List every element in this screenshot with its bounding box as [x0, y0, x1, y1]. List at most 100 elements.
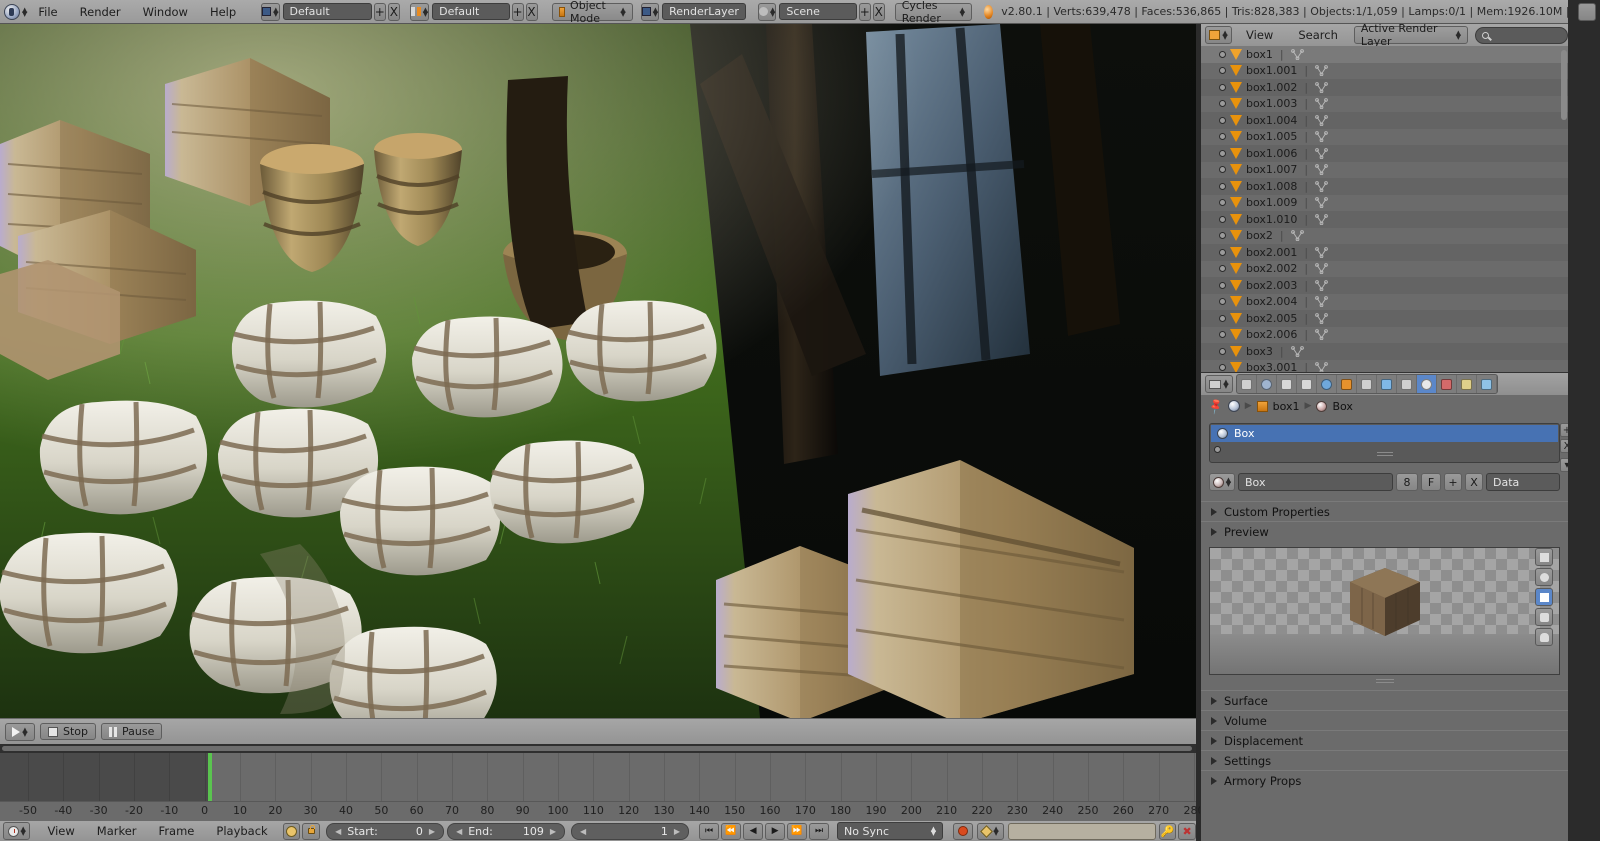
auto-keyframe-button[interactable] [282, 822, 301, 840]
properties-tab-scene[interactable] [1277, 375, 1297, 393]
mesh-data-icon[interactable] [1315, 362, 1328, 372]
preview-cube-button[interactable] [1535, 588, 1553, 606]
editor-type-button[interactable]: ▲ ▼ [3, 822, 31, 840]
fake-user-button[interactable]: F [1421, 473, 1441, 491]
expand-toggle-icon[interactable] [1219, 116, 1226, 124]
properties-tab-modifiers[interactable] [1377, 375, 1397, 393]
scene-icon[interactable]: ▲ ▼ [757, 2, 777, 21]
outliner-item-box1-006[interactable]: box1.006 | [1201, 145, 1568, 162]
play-reverse-button[interactable]: ◀ [743, 822, 764, 840]
play-button[interactable]: ▶ [765, 822, 786, 840]
properties-editor[interactable]: ▲ ▼ 📌 ▶ box1 ▶ Box Box + X ▾ ▲ ▼ Box 8 F +… [1200, 372, 1574, 841]
mesh-data-icon[interactable] [1315, 65, 1328, 77]
expand-toggle-icon[interactable] [1219, 199, 1226, 207]
scene-field[interactable]: Scene [779, 3, 857, 20]
mesh-data-icon[interactable] [1315, 329, 1328, 341]
slot-list-resize-grip[interactable] [1376, 450, 1393, 456]
screen-layout-icon[interactable]: ▲ ▼ [261, 2, 280, 21]
panel-settings[interactable]: Settings [1201, 750, 1568, 770]
outliner-item-box2-006[interactable]: box2.006 | [1201, 326, 1568, 343]
slot-expand-dot[interactable] [1214, 446, 1221, 453]
outliner-editor-type-button[interactable]: ▲ ▼ [1205, 26, 1233, 44]
current-frame-field[interactable]: ◀ 1 ▶ [571, 822, 690, 840]
outliner-item-box1-002[interactable]: box1.002 | [1201, 79, 1568, 96]
timeline-track-area[interactable] [0, 753, 1196, 801]
pause-render-button[interactable]: Pause [101, 723, 163, 740]
mesh-data-icon[interactable] [1315, 296, 1328, 308]
start-frame-field[interactable]: ◀ Start: 0 ▶ [326, 822, 445, 840]
add-screen-button[interactable]: + [373, 2, 386, 21]
properties-editor-type-button[interactable]: ▲ ▼ [1205, 375, 1233, 393]
outliner-item-box1-005[interactable]: box1.005 | [1201, 128, 1568, 145]
material-slot-selected[interactable]: Box [1211, 425, 1558, 442]
expand-toggle-icon[interactable] [1219, 248, 1226, 256]
render-layer-icon[interactable]: ▲ ▼ [640, 2, 660, 21]
expand-toggle-icon[interactable] [1219, 314, 1226, 322]
expand-toggle-icon[interactable] [1219, 50, 1226, 58]
properties-tab-object[interactable] [1337, 375, 1357, 393]
mesh-data-icon[interactable] [1315, 114, 1328, 126]
remove-keying-set-button[interactable]: ✖ [1178, 822, 1196, 840]
end-frame-field[interactable]: ◀ End: 109 ▶ [447, 822, 566, 840]
properties-tab-render-layers[interactable] [1257, 375, 1277, 393]
material-source-dropdown[interactable]: Data [1486, 473, 1560, 491]
outliner-item-box1[interactable]: box1 | [1201, 46, 1568, 63]
unlink-material-button[interactable]: X [1465, 473, 1483, 491]
properties-tab-particles[interactable] [1457, 375, 1477, 393]
mesh-data-icon[interactable] [1315, 263, 1328, 275]
menu-render[interactable]: Render [69, 0, 132, 24]
menu-help[interactable]: Help [199, 0, 247, 24]
material-slot-list[interactable]: Box + X ▾ [1209, 423, 1574, 472]
breadcrumb-material-label[interactable]: Box [1332, 400, 1352, 413]
expand-toggle-icon[interactable] [1219, 215, 1226, 223]
expand-toggle-icon[interactable] [1219, 166, 1226, 174]
expand-toggle-icon[interactable] [1219, 347, 1226, 355]
outliner-item-box2-001[interactable]: box2.001 | [1201, 244, 1568, 261]
preview-monkey-button[interactable] [1535, 628, 1553, 646]
timeline-menu-playback[interactable]: Playback [205, 821, 278, 841]
properties-tab-world[interactable] [1317, 375, 1337, 393]
jump-end-button[interactable]: ⏭ [809, 822, 830, 840]
timeline-menu-frame[interactable]: Frame [148, 821, 206, 841]
panel-displacement[interactable]: Displacement [1201, 730, 1568, 750]
outliner-search-input[interactable] [1475, 26, 1569, 44]
outliner-scrollbar[interactable] [1561, 50, 1567, 120]
keyframe-type-button[interactable]: ▲ ▼ [976, 822, 1005, 840]
scene-layout-icon[interactable]: ▲ ▼ [409, 2, 430, 21]
expand-toggle-icon[interactable] [1219, 232, 1226, 240]
expand-toggle-icon[interactable] [1219, 281, 1226, 289]
expand-toggle-icon[interactable] [1219, 182, 1226, 190]
add-scene-datablock-button[interactable]: + [858, 2, 871, 21]
scene-layout-field[interactable]: Default [432, 3, 510, 20]
outliner-item-box3[interactable]: box3 | [1201, 343, 1568, 360]
expand-toggle-icon[interactable] [1219, 133, 1226, 141]
expand-toggle-icon[interactable] [1219, 100, 1226, 108]
mesh-data-icon[interactable] [1315, 81, 1328, 93]
stop-render-button[interactable]: Stop [40, 723, 97, 740]
panel-preview[interactable]: Preview [1201, 521, 1568, 541]
outliner-display-mode-dropdown[interactable]: Active Render Layer ▲ ▼ [1353, 22, 1469, 48]
add-scene-button[interactable]: + [511, 2, 524, 21]
material-name-input[interactable]: Box [1238, 473, 1393, 491]
preview-sphere-button[interactable] [1535, 568, 1553, 586]
add-keying-set-button[interactable]: 🔑 [1158, 822, 1177, 840]
outliner-menu-search[interactable]: Search [1287, 24, 1349, 46]
properties-tab-physics[interactable] [1477, 375, 1497, 393]
outliner-item-box1-004[interactable]: box1.004 | [1201, 112, 1568, 129]
pin-icon[interactable]: 📌 [1207, 397, 1226, 416]
properties-tab-world-list[interactable] [1297, 375, 1317, 393]
3d-viewport[interactable] [0, 24, 1196, 718]
mesh-data-icon[interactable] [1315, 147, 1328, 159]
expand-toggle-icon[interactable] [1219, 364, 1226, 372]
timeline-editor[interactable]: -50 -40 -30 -20 -10 0 10 20 30 40 50 60 70 80 90 100 110… [0, 744, 1205, 841]
outliner-item-box2-003[interactable]: box2.003 | [1201, 277, 1568, 294]
mesh-data-icon[interactable] [1315, 213, 1328, 225]
properties-tab-texture[interactable] [1437, 375, 1457, 393]
preview-resize-grip[interactable] [1375, 679, 1394, 684]
expand-toggle-icon[interactable] [1219, 298, 1226, 306]
expand-toggle-icon[interactable] [1219, 67, 1226, 75]
timeline-scrollbar[interactable] [0, 744, 1196, 753]
material-users-button[interactable]: 8 [1396, 473, 1418, 491]
blender-menu-icon[interactable]: ▲ ▼ [4, 3, 27, 21]
preview-type-buttons[interactable] [1535, 548, 1555, 646]
